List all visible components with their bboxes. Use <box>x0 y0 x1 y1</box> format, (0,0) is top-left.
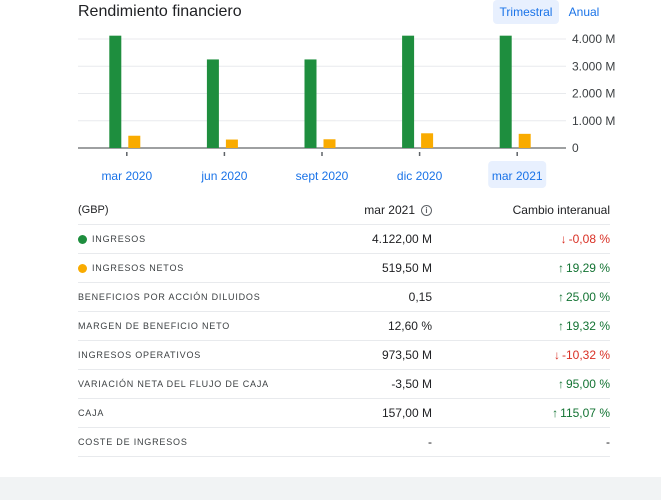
table-row: INGRESOS 4.122,00 M ↓ -0,08 % <box>78 225 610 254</box>
legend-dot-icon <box>78 234 87 244</box>
row-label-text: BENEFICIOS POR ACCIÓN DILUIDOS <box>78 292 261 302</box>
y-tick-label: 1.000 M <box>572 114 615 128</box>
row-change: ↓ -10,32 % <box>554 341 610 369</box>
row-label-text: VARIACIÓN NETA DEL FLUJO DE CAJA <box>78 379 269 389</box>
legend-dot-icon <box>78 263 87 273</box>
x-tick-label[interactable]: dic 2020 <box>397 169 443 183</box>
change-header: Cambio interanual <box>512 203 610 217</box>
table-header-row: (GBP) mar 2021 i Cambio interanual <box>78 196 610 225</box>
bar-revenue <box>402 35 415 148</box>
table-row: CAJA 157,00 M ↑ 115,07 % <box>78 399 610 428</box>
row-value: 12,60 % <box>387 319 432 333</box>
info-icon[interactable]: i <box>421 204 432 216</box>
bar-net-income <box>518 133 531 148</box>
y-tick-label: 4.000 M <box>572 32 615 46</box>
arrow-up-icon: ↑ <box>557 377 564 391</box>
table-row: COSTE DE INGRESOS - - <box>78 428 610 457</box>
row-value: 0,15 <box>408 290 432 304</box>
row-change-text: 19,29 % <box>565 261 610 275</box>
row-label: COSTE DE INGRESOS <box>78 428 188 456</box>
table-row: VARIACIÓN NETA DEL FLUJO DE CAJA -3,50 M ↑… <box>78 370 610 399</box>
row-change-text: 95,00 % <box>565 377 610 391</box>
row-change: ↑ 19,32 % <box>558 312 610 340</box>
bar-net-income <box>323 139 336 148</box>
arrow-up-icon: ↑ <box>552 406 559 420</box>
bar-revenue <box>499 35 512 148</box>
x-tick-label[interactable]: mar 2021 <box>492 169 543 183</box>
row-change-text: - <box>606 435 610 449</box>
row-label-text: INGRESOS NETOS <box>92 263 185 273</box>
x-tick-label[interactable]: jun 2020 <box>200 169 247 183</box>
row-label-text: INGRESOS OPERATIVOS <box>78 350 202 360</box>
row-label-text: COSTE DE INGRESOS <box>78 437 188 447</box>
row-label: INGRESOS NETOS <box>78 254 184 282</box>
row-label: CAJA <box>78 399 104 427</box>
row-change: ↓ -0,08 % <box>561 225 610 253</box>
row-change: - <box>606 428 610 456</box>
row-value: 157,00 M <box>381 406 432 420</box>
row-change-text: -10,32 % <box>561 348 610 362</box>
row-label: BENEFICIOS POR ACCIÓN DILUIDOS <box>78 283 261 311</box>
arrow-down-icon: ↓ <box>553 348 560 362</box>
row-change: ↑ 95,00 % <box>558 370 610 398</box>
arrow-up-icon: ↑ <box>557 261 564 275</box>
row-value: - <box>428 435 432 449</box>
row-label: MARGEN DE BENEFICIO NETO <box>78 312 230 340</box>
row-change-text: 19,32 % <box>565 319 610 333</box>
x-tick-label[interactable]: sept 2020 <box>296 169 349 183</box>
bar-net-income <box>128 135 141 148</box>
row-change: ↑ 19,29 % <box>558 254 610 282</box>
y-tick-label: 0 <box>572 141 579 155</box>
y-tick-label: 2.000 M <box>572 87 615 101</box>
period-header: mar 2021 i <box>364 196 432 224</box>
row-label: INGRESOS OPERATIVOS <box>78 341 201 369</box>
bar-revenue <box>109 35 122 148</box>
row-label: INGRESOS <box>78 225 146 253</box>
bar-net-income <box>225 139 238 148</box>
period-header-label: mar 2021 <box>364 203 415 217</box>
row-value: 4.122,00 M <box>371 232 432 246</box>
row-label-text: INGRESOS <box>92 234 146 244</box>
arrow-up-icon: ↑ <box>557 319 564 333</box>
table-row: INGRESOS OPERATIVOS 973,50 M ↓ -10,32 % <box>78 341 610 370</box>
row-change-text: -0,08 % <box>568 232 610 246</box>
row-label-text: MARGEN DE BENEFICIO NETO <box>78 321 231 331</box>
currency-label: (GBP) <box>78 204 109 216</box>
financial-table: (GBP) mar 2021 i Cambio interanual INGRE… <box>78 196 610 457</box>
bar-net-income <box>421 133 434 148</box>
row-value: -3,50 M <box>391 377 432 391</box>
arrow-up-icon: ↑ <box>557 290 564 304</box>
row-change: ↑ 115,07 % <box>552 399 610 427</box>
table-row: BENEFICIOS POR ACCIÓN DILUIDOS 0,15 ↑ 25,00… <box>78 283 610 312</box>
y-tick-label: 3.000 M <box>572 59 615 73</box>
row-change-text: 25,00 % <box>565 290 610 304</box>
financial-performance-chart: 4.000 M 3.000 M 2.000 M 1.000 M 0 mar 2020 jun… <box>78 32 615 188</box>
row-label-text: CAJA <box>78 408 105 418</box>
table-row: INGRESOS NETOS 519,50 M ↑ 19,29 % <box>78 254 610 283</box>
row-change: ↑ 25,00 % <box>558 283 610 311</box>
bar-revenue <box>206 59 219 148</box>
row-value: 973,50 M <box>381 348 432 362</box>
bar-revenue <box>304 59 317 148</box>
row-value: 519,50 M <box>381 261 432 275</box>
row-change-text: 115,07 % <box>560 406 610 420</box>
table-row: MARGEN DE BENEFICIO NETO 12,60 % ↑ 19,32 % <box>78 312 610 341</box>
x-tick-label[interactable]: mar 2020 <box>101 169 152 183</box>
arrow-down-icon: ↓ <box>560 232 567 246</box>
next-section <box>0 477 661 500</box>
row-label: VARIACIÓN NETA DEL FLUJO DE CAJA <box>78 370 269 398</box>
